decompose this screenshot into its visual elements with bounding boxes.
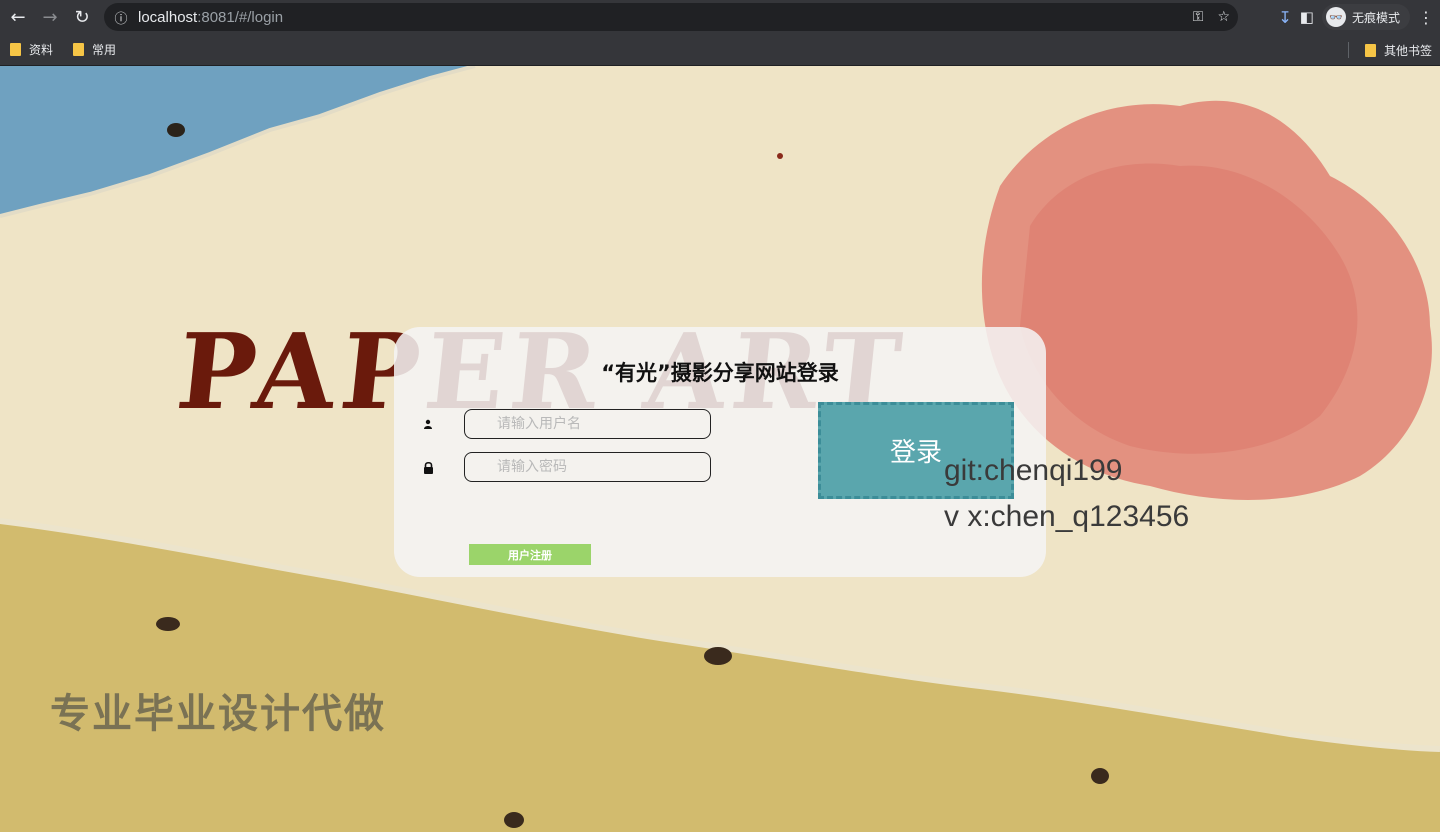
reload-icon[interactable]: ↻ <box>67 2 97 32</box>
folder-icon <box>73 43 85 56</box>
lock-icon <box>422 461 434 474</box>
forward-icon[interactable]: → <box>35 2 65 32</box>
folder-icon <box>1364 43 1376 57</box>
url-text: localhost:8081/#/login <box>138 9 283 26</box>
login-card: “有光”摄影分享网站登录 登录 用户注册 <box>394 327 1046 577</box>
url-path: :8081/#/login <box>197 8 284 26</box>
bookmarks-bar: 资料 常用 其他书签 <box>0 34 1440 66</box>
bookmark-folder-0[interactable]: 资料 <box>0 41 63 58</box>
star-icon[interactable]: ☆ <box>1217 9 1230 25</box>
incognito-indicator[interactable]: 👓 无痕模式 <box>1321 4 1410 30</box>
back-icon[interactable]: ← <box>3 2 33 32</box>
browser-toolbar: ← → ↻ ⓘ localhost:8081/#/login ⚿ ☆ ↧ ◧ 👓… <box>0 0 1440 34</box>
login-page: PAPER ART “有光”摄影分享网站登录 登录 用户注册 git:chenq… <box>0 66 1440 832</box>
site-info-icon[interactable]: ⓘ <box>104 8 138 27</box>
other-bookmarks[interactable]: 其他书签 <box>1363 42 1434 59</box>
bookmarks-divider <box>1347 42 1349 58</box>
folder-icon <box>10 43 21 56</box>
login-title: “有光”摄影分享网站登录 <box>601 361 839 385</box>
register-button[interactable]: 用户注册 <box>469 544 591 565</box>
bookmark-label: 资料 <box>29 43 54 57</box>
watermark-text: 专业毕业设计代做 <box>50 691 386 737</box>
bookmark-folder-1[interactable]: 常用 <box>63 41 126 58</box>
menu-icon[interactable]: ⋮ <box>1418 8 1434 27</box>
url-host: localhost <box>138 8 198 26</box>
user-icon <box>422 418 434 430</box>
incognito-icon: 👓 <box>1325 7 1346 27</box>
side-panel-icon[interactable]: ◧ <box>1300 8 1314 26</box>
download-icon[interactable]: ↧ <box>1278 8 1291 27</box>
contact-vx: v x:chen_q123456 <box>944 500 1190 533</box>
incognito-label: 无痕模式 <box>1351 10 1400 25</box>
contact-git: git:chenqi199 <box>944 454 1123 487</box>
username-input[interactable] <box>464 409 711 439</box>
bookmark-label: 常用 <box>92 43 117 57</box>
key-icon[interactable]: ⚿ <box>1193 9 1204 25</box>
other-bookmarks-label: 其他书签 <box>1383 43 1432 58</box>
password-input[interactable] <box>464 452 711 482</box>
address-bar[interactable]: ⓘ localhost:8081/#/login ⚿ ☆ <box>104 3 1238 31</box>
